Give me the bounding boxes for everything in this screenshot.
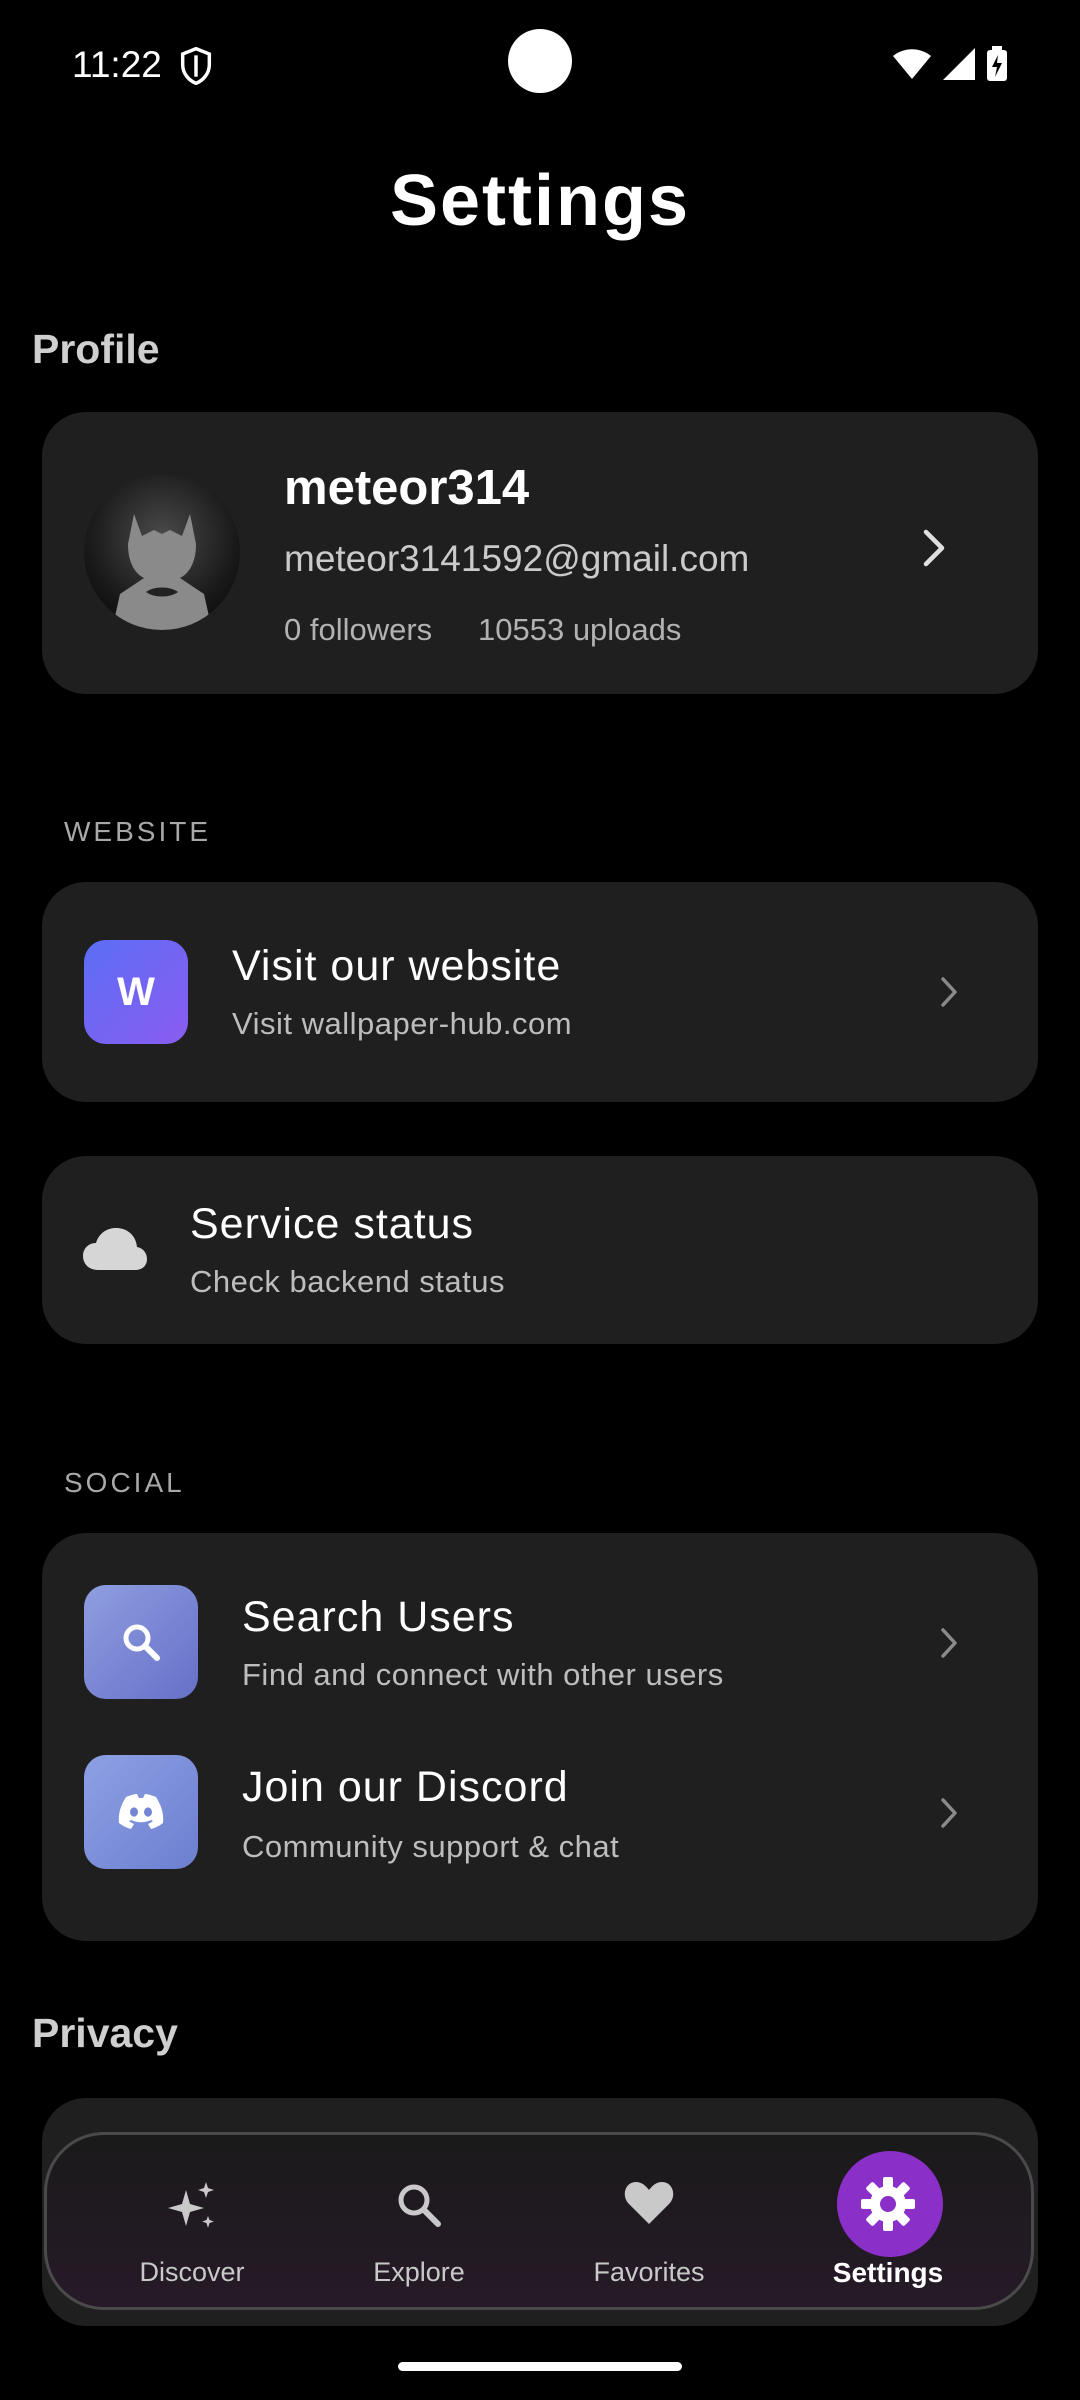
nav-discover[interactable]: Discover <box>77 2135 307 2307</box>
join-discord-row[interactable]: Join our Discord Community support & cha… <box>42 1737 1038 1941</box>
page-title: Settings <box>389 161 691 241</box>
nav-label: Explore <box>373 2257 465 2287</box>
search-tile-icon <box>84 1585 198 1699</box>
status-icons <box>892 46 1008 87</box>
nav-settings[interactable]: Settings <box>773 2135 1003 2307</box>
visit-website-subtitle: Visit wallpaper-hub.com <box>232 1006 573 1041</box>
chevron-right-icon <box>940 976 958 1013</box>
privacy-heading: Privacy <box>32 2010 178 2056</box>
status-time: 11:22 <box>72 44 162 85</box>
chevron-right-icon <box>922 528 948 573</box>
join-discord-title: Join our Discord <box>242 1763 569 1811</box>
sparkles-icon <box>77 2180 307 2234</box>
profile-email: meteor3141592@gmail.com <box>284 538 750 579</box>
battery-icon <box>986 46 1008 87</box>
home-indicator[interactable] <box>398 2362 682 2371</box>
visit-website-row[interactable]: W Visit our website Visit wallpaper-hub.… <box>42 882 1038 1102</box>
gear-icon <box>773 2175 1003 2233</box>
chevron-right-icon <box>940 1627 958 1664</box>
search-users-subtitle: Find and connect with other users <box>242 1657 724 1692</box>
service-status-title: Service status <box>190 1200 475 1248</box>
website-caption: WEBSITE <box>64 816 212 847</box>
social-card: Search Users Find and connect with other… <box>42 1533 1038 1941</box>
discord-tile-icon <box>84 1755 198 1869</box>
uploads-count: 10553 uploads <box>478 612 682 647</box>
avatar <box>84 474 240 630</box>
visit-website-title: Visit our website <box>232 942 562 990</box>
website-tile-icon: W <box>84 940 188 1044</box>
profile-heading: Profile <box>32 326 160 372</box>
join-discord-subtitle: Community support & chat <box>242 1829 620 1864</box>
status-bar: 11:22 <box>0 0 1080 130</box>
nav-label: Discover <box>139 2257 245 2287</box>
signal-icon <box>942 47 976 86</box>
nav-favorites[interactable]: Favorites <box>534 2135 764 2307</box>
nav-label: Favorites <box>593 2257 705 2287</box>
nav-explore[interactable]: Explore <box>304 2135 534 2307</box>
camera-cutout <box>508 29 572 93</box>
social-caption: SOCIAL <box>64 1467 185 1498</box>
bottom-navigation: Discover Explore Favorites Settings <box>44 2132 1034 2310</box>
shield-icon <box>180 46 212 90</box>
cloud-icon <box>82 1226 148 1277</box>
nav-label: Settings <box>832 2257 944 2288</box>
profile-card[interactable]: meteor314 meteor3141592@gmail.com 0 foll… <box>42 412 1038 694</box>
followers-count: 0 followers <box>284 612 433 647</box>
service-status-row[interactable]: Service status Check backend status <box>42 1156 1038 1344</box>
search-icon <box>304 2180 534 2230</box>
search-users-title: Search Users <box>242 1593 515 1641</box>
search-users-row[interactable]: Search Users Find and connect with other… <box>42 1533 1038 1737</box>
chevron-right-icon <box>940 1797 958 1834</box>
profile-name: meteor314 <box>284 461 530 515</box>
wifi-icon <box>892 48 932 85</box>
service-status-subtitle: Check backend status <box>190 1264 506 1299</box>
heart-icon <box>534 2180 764 2226</box>
